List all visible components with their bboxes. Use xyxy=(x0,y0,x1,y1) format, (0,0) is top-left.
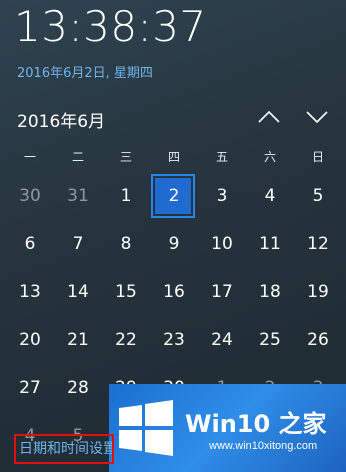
calendar-day[interactable]: 17 xyxy=(198,268,246,316)
weekday-label: 五 xyxy=(215,150,228,164)
weekday-label: 一 xyxy=(23,150,36,164)
calendar-day-number: 7 xyxy=(72,234,84,254)
date-time-settings-link[interactable]: 日期和时间设置 xyxy=(14,434,114,464)
next-month-button[interactable] xyxy=(302,104,332,130)
calendar-day[interactable]: 15 xyxy=(102,268,150,316)
calendar-day-number: 14 xyxy=(67,282,89,302)
previous-month-button[interactable] xyxy=(254,104,284,130)
calendar-day[interactable]: 3 xyxy=(198,172,246,220)
calendar-day-number: 11 xyxy=(259,234,281,254)
calendar-day-number: 6 xyxy=(24,234,36,254)
calendar-day[interactable]: 28 xyxy=(54,364,102,412)
calendar-day-number: 26 xyxy=(307,330,329,350)
calendar-day-number: 1 xyxy=(120,186,132,206)
month-label[interactable]: 2016年6月 xyxy=(17,107,105,132)
calendar-day-number: 3 xyxy=(216,186,228,206)
calendar-day-number: 19 xyxy=(307,282,329,302)
calendar-day[interactable]: 21 xyxy=(54,316,102,364)
calendar-day[interactable]: 12 xyxy=(294,220,342,268)
calendar-day[interactable]: 16 xyxy=(150,268,198,316)
calendar-day[interactable]: 27 xyxy=(6,364,54,412)
clock-time: 13:38:37 xyxy=(14,2,207,51)
calendar-day-number: 22 xyxy=(115,330,137,350)
calendar-day[interactable]: 30 xyxy=(6,172,54,220)
calendar-day-number: 5 xyxy=(312,186,324,206)
calendar-day-number: 4 xyxy=(264,186,276,206)
calendar-day[interactable]: 23 xyxy=(150,316,198,364)
calendar-day-number: 25 xyxy=(259,330,281,350)
weekday-header: 一 二 三 四 五 六 日 xyxy=(6,148,342,165)
calendar-day-number: 18 xyxy=(259,282,281,302)
calendar-day-number: 16 xyxy=(163,282,185,302)
calendar-day-number: 13 xyxy=(19,282,41,302)
calendar-day-number: 8 xyxy=(120,234,132,254)
calendar-day[interactable]: 10 xyxy=(198,220,246,268)
calendar-day-number: 10 xyxy=(211,234,233,254)
calendar-day[interactable]: 13 xyxy=(6,268,54,316)
weekday-label: 日 xyxy=(311,150,324,164)
calendar-day-number: 31 xyxy=(67,186,89,206)
calendar-day[interactable]: 18 xyxy=(246,268,294,316)
full-date-link[interactable]: 2016年6月2日, 星期四 xyxy=(17,62,153,81)
calendar-day[interactable]: 6 xyxy=(6,220,54,268)
calendar-day-number: 9 xyxy=(168,234,180,254)
calendar-day-number: 15 xyxy=(115,282,137,302)
calendar-day-today[interactable]: 2 xyxy=(150,172,198,220)
calendar-day[interactable]: 4 xyxy=(246,172,294,220)
calendar-day[interactable]: 26 xyxy=(294,316,342,364)
calendar-day[interactable]: 19 xyxy=(294,268,342,316)
chevron-up-icon xyxy=(258,110,280,123)
windows-logo-icon xyxy=(119,400,173,456)
calendar-day[interactable]: 25 xyxy=(246,316,294,364)
calendar-day[interactable]: 31 xyxy=(54,172,102,220)
calendar-day[interactable]: 24 xyxy=(198,316,246,364)
calendar-day[interactable]: 20 xyxy=(6,316,54,364)
watermark-brand: Win10 之家 xyxy=(185,410,327,438)
weekday-label: 二 xyxy=(71,150,84,164)
calendar-day-number: 27 xyxy=(19,378,41,398)
calendar-day-number: 23 xyxy=(163,330,185,350)
calendar-day-number: 2 xyxy=(168,186,180,206)
chevron-down-icon xyxy=(306,111,328,124)
calendar-day-number: 21 xyxy=(67,330,89,350)
calendar-day[interactable]: 11 xyxy=(246,220,294,268)
calendar-day[interactable]: 5 xyxy=(294,172,342,220)
calendar-day[interactable]: 9 xyxy=(150,220,198,268)
calendar-day[interactable]: 7 xyxy=(54,220,102,268)
watermark-site: www.win10xitong.com xyxy=(209,440,318,452)
calendar-day-number: 24 xyxy=(211,330,233,350)
calendar-day[interactable]: 1 xyxy=(102,172,150,220)
calendar-day[interactable]: 22 xyxy=(102,316,150,364)
calendar-day[interactable]: 14 xyxy=(54,268,102,316)
watermark-banner: Win10 之家 www.win10xitong.com xyxy=(109,384,346,472)
weekday-label: 六 xyxy=(263,150,276,164)
calendar-day[interactable]: 8 xyxy=(102,220,150,268)
weekday-label: 三 xyxy=(119,150,132,164)
weekday-label: 四 xyxy=(167,150,180,164)
calendar-day-number: 28 xyxy=(67,378,89,398)
calendar-day-number: 17 xyxy=(211,282,233,302)
calendar-day-number: 30 xyxy=(19,186,41,206)
calendar-day-number: 12 xyxy=(307,234,329,254)
calendar-day-number: 20 xyxy=(19,330,41,350)
